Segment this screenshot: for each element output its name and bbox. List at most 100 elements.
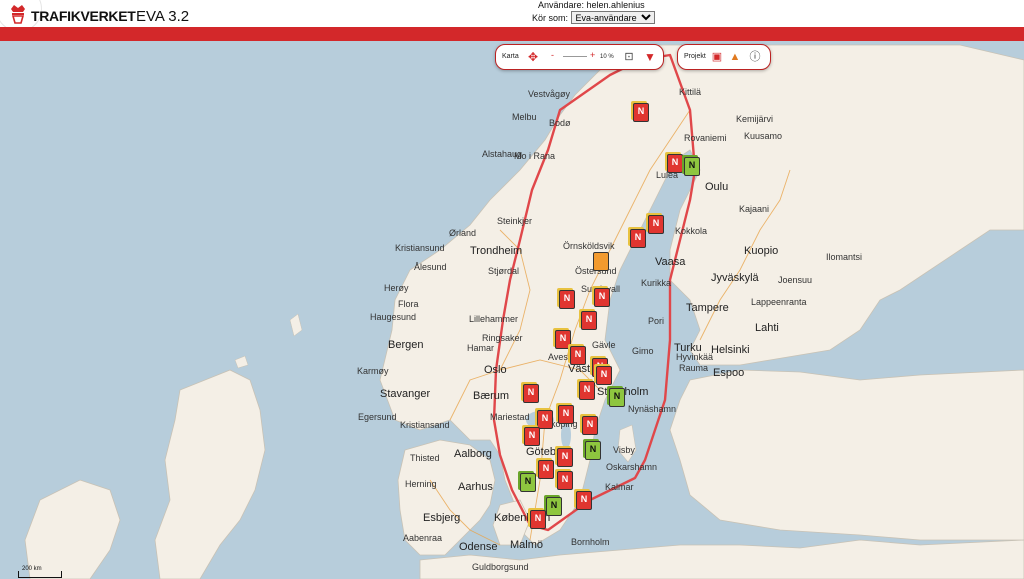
- map-label: Esbjerg: [423, 512, 461, 524]
- project-marker-green[interactable]: N: [609, 388, 625, 407]
- run-as-select[interactable]: Eva-användare: [570, 11, 655, 24]
- project-marker-red[interactable]: N: [579, 381, 595, 400]
- map-label: Kuopio: [744, 245, 779, 257]
- help-icon[interactable]: ⓘ: [748, 50, 762, 64]
- map-label: Lahti: [755, 322, 779, 334]
- project-marker-red[interactable]: N: [630, 229, 646, 248]
- gotland-land: [617, 424, 637, 463]
- user-info: Användare: helen.ahlenius: [538, 0, 645, 10]
- map-label: Bornholm: [571, 537, 610, 547]
- map-label: Kurikka: [641, 278, 672, 288]
- map-label: Stjørdal: [488, 266, 520, 276]
- app-header: TRAFIKVERKET EVA 3.2 Användare: helen.ah…: [0, 0, 1024, 32]
- map-label: Ringsaker: [482, 333, 523, 343]
- project-layers-icon[interactable]: ▲: [728, 50, 742, 64]
- map-label: Kristiansand: [400, 420, 450, 430]
- map-label: Kokkola: [675, 226, 708, 236]
- project-marker-red[interactable]: N: [596, 366, 612, 385]
- project-marker-red[interactable]: N: [555, 330, 571, 349]
- project-marker-orange[interactable]: [593, 252, 609, 271]
- map-label: Visby: [613, 445, 635, 455]
- scale-label: 200 km: [22, 566, 42, 572]
- map-label: Kemijärvi: [736, 114, 774, 124]
- map-toolbar-label: Karta: [502, 53, 519, 60]
- map-label: Kalmar: [605, 482, 634, 492]
- project-marker-red[interactable]: N: [570, 346, 586, 365]
- map-label: Aarhus: [458, 481, 493, 493]
- map-label: Espoo: [713, 367, 745, 379]
- project-marker-red[interactable]: N: [581, 311, 597, 330]
- project-marker-red[interactable]: N: [538, 460, 554, 479]
- ireland-land: [24, 479, 121, 579]
- baltics-land: [669, 369, 1024, 541]
- map-label: Joensuu: [778, 275, 813, 285]
- scale-bar: [18, 571, 62, 578]
- project-marker-red[interactable]: N: [557, 471, 573, 490]
- map-label: Malmö: [510, 539, 544, 551]
- project-marker-red[interactable]: N: [557, 448, 573, 467]
- zoom-level: 10 %: [600, 54, 614, 60]
- project-toolbar: Projekt ▣ ▲ ⓘ: [677, 44, 771, 70]
- project-marker-red[interactable]: N: [667, 154, 683, 173]
- map-label: Oslo: [484, 364, 507, 376]
- zoom-slider[interactable]: [563, 56, 587, 57]
- project-marker-red[interactable]: N: [537, 410, 553, 429]
- project-marker-red[interactable]: N: [524, 427, 540, 446]
- map-label: Aalborg: [454, 448, 492, 460]
- project-marker-green[interactable]: N: [585, 441, 601, 460]
- project-marker-red[interactable]: N: [582, 416, 598, 435]
- project-marker-red[interactable]: N: [576, 491, 592, 510]
- map-label: Egersund: [358, 412, 397, 422]
- scotland-land: [154, 369, 266, 579]
- zoom-extent-icon[interactable]: ⊡: [622, 50, 636, 64]
- map-label: Tampere: [686, 302, 729, 314]
- project-marker-red[interactable]: N: [559, 290, 575, 309]
- map-label: Gävle: [592, 340, 616, 350]
- map-label: Jyväskylä: [711, 272, 759, 284]
- filter-icon[interactable]: ▼: [643, 50, 657, 64]
- project-marker-red[interactable]: N: [594, 288, 610, 307]
- map-label: Thisted: [410, 453, 440, 463]
- map-canvas[interactable]: Bodø Luleå Oulu Rovaniemi Trondheim Kristians…: [0, 41, 1024, 579]
- map-label: Lillehammer: [469, 314, 519, 324]
- project-marker-red[interactable]: N: [530, 510, 546, 529]
- map-label: Oulu: [705, 181, 729, 193]
- map-label: Örnsköldsvik: [563, 241, 615, 251]
- map-label: Rauma: [679, 363, 709, 373]
- project-marker-red[interactable]: N: [558, 405, 574, 424]
- map-label: Bergen: [388, 339, 424, 351]
- map-label: Bodø: [549, 118, 571, 128]
- map-label: Stavanger: [380, 388, 431, 400]
- zoom-out-button[interactable]: -: [551, 50, 554, 60]
- pan-icon[interactable]: ✥: [526, 50, 540, 64]
- orkney-land: [234, 355, 249, 369]
- brand-name: TRAFIKVERKET: [31, 8, 136, 24]
- header-red-bar: [0, 27, 1024, 41]
- map-label: Guldborgsund: [472, 562, 529, 572]
- project-marker-green[interactable]: N: [520, 473, 536, 492]
- map-label: Rovaniemi: [684, 133, 727, 143]
- map-label: Hamar: [467, 343, 495, 353]
- app-title: EVA 3.2: [136, 8, 190, 25]
- crown-icon: [11, 5, 25, 24]
- zoom-in-button[interactable]: +: [590, 50, 595, 60]
- map-label: Ålesund: [414, 262, 447, 272]
- project-marker-red[interactable]: N: [523, 384, 539, 403]
- map-label: Herning: [405, 479, 437, 489]
- map-label: Ilomantsi: [826, 252, 863, 262]
- project-list-icon[interactable]: ▣: [710, 50, 724, 64]
- map-label: Mariestad: [490, 412, 530, 422]
- project-marker-red[interactable]: N: [633, 103, 649, 122]
- map-label: Pori: [648, 316, 665, 326]
- map-label: Kristiansund: [395, 243, 445, 253]
- map-label: Bærum: [473, 390, 510, 402]
- map-label: Oskarshamn: [606, 462, 658, 472]
- map-label: Melbu: [512, 112, 537, 122]
- project-marker-green[interactable]: N: [684, 157, 700, 176]
- project-marker-red[interactable]: N: [648, 215, 664, 234]
- project-marker-green[interactable]: N: [546, 497, 562, 516]
- map-label: Haugesund: [370, 312, 417, 322]
- map-label: Karmøy: [357, 366, 389, 376]
- map-label: Vestvågøy: [528, 89, 571, 99]
- map-label: Herøy: [384, 283, 409, 293]
